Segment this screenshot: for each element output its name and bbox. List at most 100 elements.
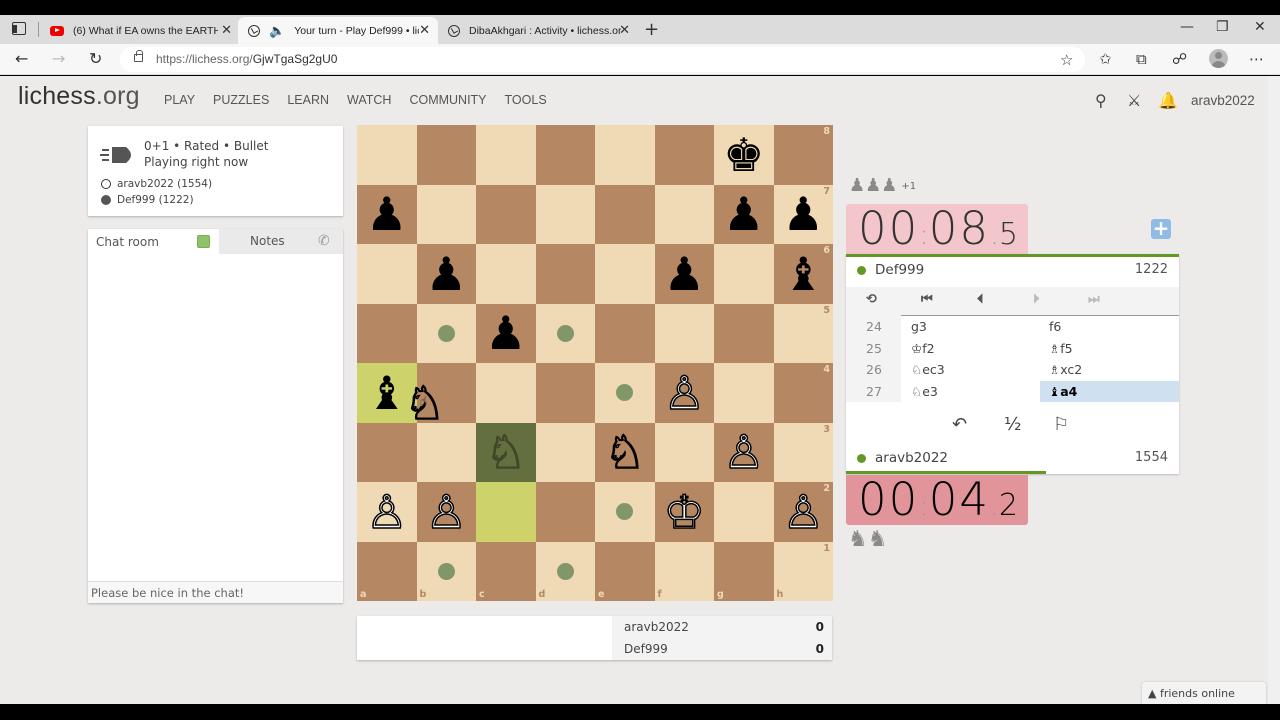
- legal-move-dot[interactable]: [437, 562, 455, 580]
- square-a5[interactable]: [357, 303, 417, 363]
- white-move[interactable]: ♔f2: [901, 338, 1040, 360]
- square-h7[interactable]: ♟ 7: [773, 184, 833, 244]
- white-player[interactable]: aravb2022 (1554): [101, 178, 212, 190]
- crosstable-row[interactable]: Def999 0: [624, 642, 824, 656]
- square-f8[interactable]: [654, 125, 714, 185]
- square-f1[interactable]: f: [654, 541, 714, 601]
- tab-chat-room[interactable]: Chat room: [88, 229, 219, 254]
- user-menu[interactable]: aravb2022: [1191, 93, 1255, 108]
- square-g3[interactable]: ♙: [714, 422, 774, 482]
- square-h4[interactable]: 4: [773, 363, 833, 423]
- square-g1[interactable]: g: [714, 541, 774, 601]
- give-time-button[interactable]: +: [1151, 218, 1171, 239]
- profile-avatar[interactable]: [1209, 49, 1228, 68]
- phone-icon[interactable]: ✆: [318, 233, 330, 249]
- first-move-button[interactable]: ⏮: [921, 292, 933, 307]
- collections-icon[interactable]: ⧉: [1136, 50, 1147, 68]
- legal-move-dot[interactable]: [556, 324, 574, 342]
- lock-icon[interactable]: [134, 50, 143, 62]
- black-pawn-piece[interactable]: ♟: [664, 251, 705, 297]
- url-input[interactable]: https://lichess.org/GjwTgaSg2gU0 ☆: [120, 47, 1085, 72]
- square-e4[interactable]: [595, 363, 655, 423]
- legal-move-dot[interactable]: [556, 562, 574, 580]
- menu-learn[interactable]: LEARN: [287, 93, 329, 107]
- square-c3[interactable]: ♘: [476, 422, 536, 482]
- square-f2[interactable]: ♔: [654, 482, 714, 542]
- browser-tab-lichess-game[interactable]: 🔈 Your turn - Play Def999 • lic ✕: [238, 17, 438, 44]
- opponent-name[interactable]: Def999: [875, 262, 924, 278]
- square-e5[interactable]: [595, 303, 655, 363]
- white-move[interactable]: g3: [901, 316, 1040, 338]
- square-a1[interactable]: a: [357, 541, 417, 601]
- square-e2[interactable]: [595, 482, 655, 542]
- resign-flag-button[interactable]: ⚐: [1053, 414, 1069, 435]
- square-g6[interactable]: [714, 244, 774, 304]
- square-a7[interactable]: ♟: [357, 184, 417, 244]
- black-move[interactable]: f6: [1040, 316, 1179, 338]
- white-move[interactable]: ♘e3: [901, 381, 1040, 403]
- white-knight-piece[interactable]: ♘: [603, 429, 646, 477]
- square-d1[interactable]: d: [535, 541, 595, 601]
- square-b3[interactable]: [416, 422, 476, 482]
- swords-icon[interactable]: ⚔: [1127, 91, 1141, 110]
- black-bishop-piece[interactable]: ♝: [366, 370, 407, 416]
- search-icon[interactable]: ⚲: [1095, 91, 1107, 110]
- square-h2[interactable]: ♙ 2: [773, 482, 833, 542]
- white-pawn-piece[interactable]: ♙: [365, 488, 408, 536]
- square-b4[interactable]: [416, 363, 476, 423]
- square-g2[interactable]: [714, 482, 774, 542]
- square-e3[interactable]: ♘: [595, 422, 655, 482]
- white-pawn-piece[interactable]: ♙: [663, 369, 706, 417]
- black-pawn-piece[interactable]: ♟: [723, 191, 764, 237]
- black-move[interactable]: ♗f5: [1040, 338, 1179, 360]
- minimize-button[interactable]: —: [1180, 19, 1194, 35]
- feedback-icon[interactable]: ☍: [1172, 50, 1187, 68]
- legal-move-dot[interactable]: [616, 384, 634, 402]
- add-favorite-icon[interactable]: ☆: [1060, 51, 1073, 69]
- square-b7[interactable]: [416, 184, 476, 244]
- more-menu-icon[interactable]: ⋯: [1249, 50, 1264, 68]
- new-tab-button[interactable]: +: [644, 19, 659, 40]
- black-pawn-piece[interactable]: ♟: [783, 191, 824, 237]
- white-knight-ghost-piece[interactable]: ♘: [484, 429, 527, 477]
- back-button[interactable]: ←: [15, 49, 28, 68]
- legal-move-dot[interactable]: [437, 324, 455, 342]
- chess-board[interactable]: ♚ 8 ♟ ♟ ♟ 7 ♟ ♟ ♝ 6 ♟ 5 ♝ ♙ 4 ♘ ♘ ♙ 3 ♙ ♙ ♔ ♙ 2 a b c d e f g 1 h: [357, 125, 833, 601]
- chat-toggle[interactable]: [197, 235, 210, 248]
- tab-close-icon[interactable]: ✕: [419, 22, 430, 38]
- square-c8[interactable]: [476, 125, 536, 185]
- tab-notes[interactable]: Notes ✆: [219, 229, 343, 254]
- square-d4[interactable]: [535, 363, 595, 423]
- square-c6[interactable]: [476, 244, 536, 304]
- square-f4[interactable]: ♙: [654, 363, 714, 423]
- square-b1[interactable]: b: [416, 541, 476, 601]
- favorites-icon[interactable]: ✩: [1099, 50, 1112, 68]
- bell-icon[interactable]: 🔔: [1158, 91, 1178, 110]
- white-move[interactable]: ♘ec3: [901, 359, 1040, 381]
- square-a6[interactable]: [357, 244, 417, 304]
- square-b2[interactable]: ♙: [416, 482, 476, 542]
- friends-online-toggle[interactable]: ▲ friends online: [1142, 682, 1266, 704]
- square-g4[interactable]: [714, 363, 774, 423]
- white-pawn-piece[interactable]: ♙: [722, 429, 765, 477]
- black-pawn-piece[interactable]: ♟: [366, 191, 407, 237]
- square-d8[interactable]: [535, 125, 595, 185]
- square-h8[interactable]: 8: [773, 125, 833, 185]
- menu-puzzles[interactable]: PUZZLES: [213, 93, 269, 107]
- square-g5[interactable]: [714, 303, 774, 363]
- square-h5[interactable]: 5: [773, 303, 833, 363]
- square-f3[interactable]: [654, 422, 714, 482]
- black-pawn-piece[interactable]: ♟: [485, 310, 526, 356]
- forward-button[interactable]: →: [52, 49, 65, 68]
- chat-input[interactable]: Please be nice in the chat!: [88, 581, 343, 603]
- black-player[interactable]: Def999 (1222): [101, 194, 194, 206]
- offer-draw-button[interactable]: ½: [1004, 414, 1021, 435]
- square-a8[interactable]: [357, 125, 417, 185]
- takeback-button[interactable]: ↶: [952, 414, 967, 435]
- tab-close-icon[interactable]: ✕: [619, 22, 630, 38]
- site-logo[interactable]: lichess.org: [18, 82, 140, 111]
- browser-tab-youtube[interactable]: (6) What if EA owns the EARTH | ✕: [40, 17, 240, 44]
- square-e1[interactable]: e: [595, 541, 655, 601]
- square-c1[interactable]: c: [476, 541, 536, 601]
- black-king-piece[interactable]: ♚: [723, 132, 764, 178]
